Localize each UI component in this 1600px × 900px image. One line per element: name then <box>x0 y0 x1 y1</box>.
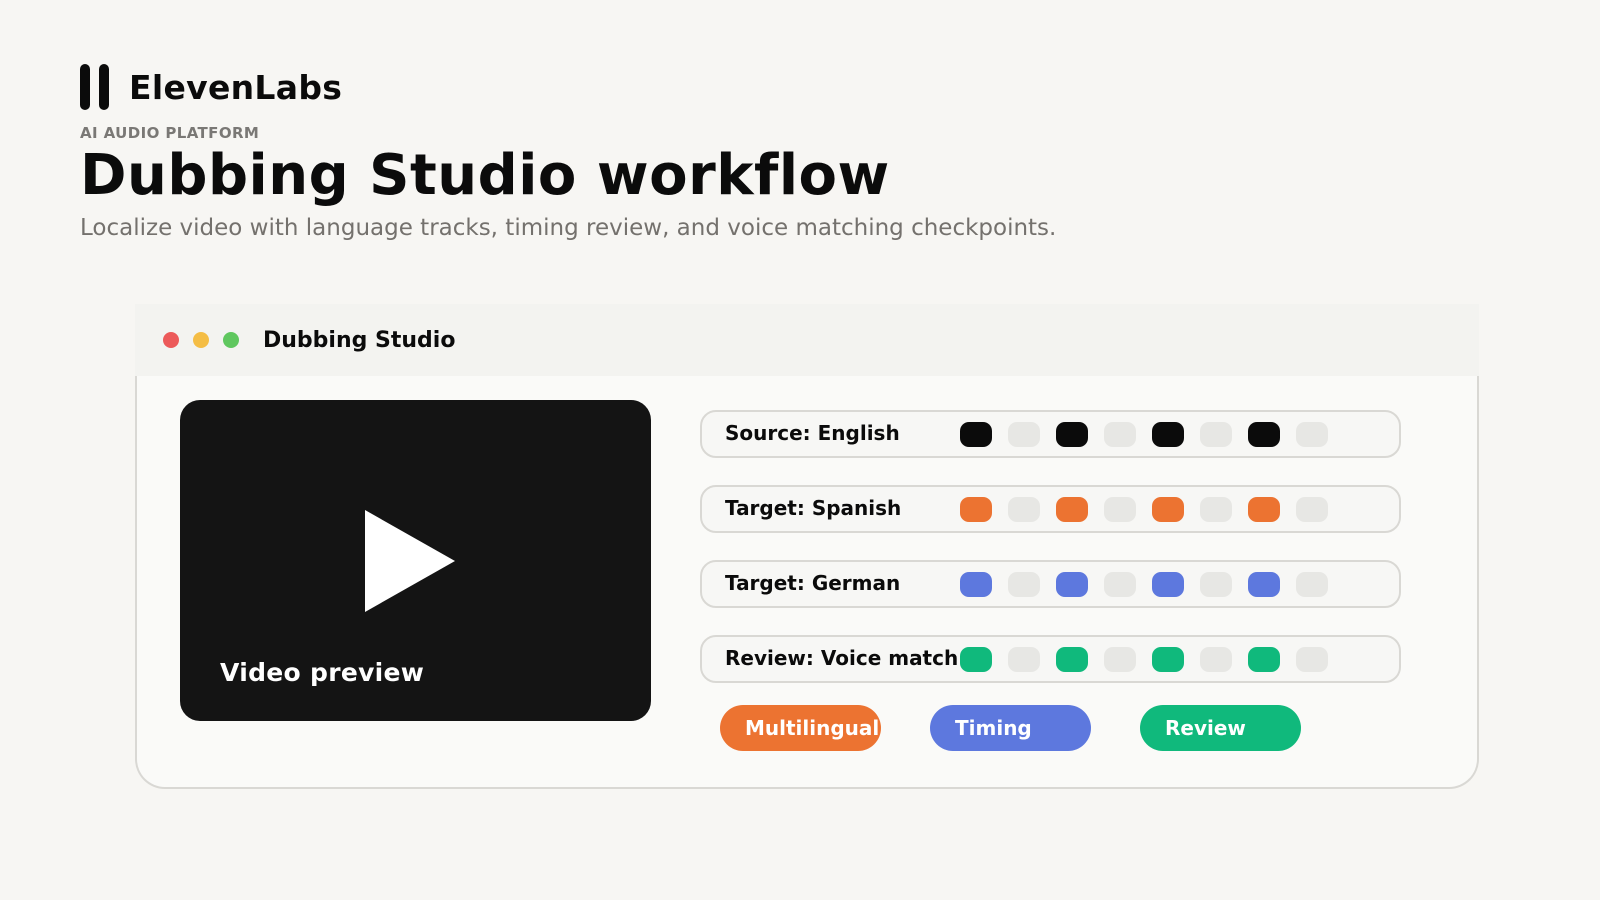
timeline-gap <box>1008 647 1040 672</box>
page-title: Dubbing Studio workflow <box>80 143 890 208</box>
timeline-gap <box>1296 422 1328 447</box>
video-preview[interactable]: Video preview <box>180 400 651 721</box>
timeline-gap <box>1200 422 1232 447</box>
tag-multilingual[interactable]: Multilingual <box>720 705 881 751</box>
timeline-segment[interactable] <box>1056 572 1088 597</box>
minimize-icon[interactable] <box>193 332 209 348</box>
track-target-spanish[interactable]: Target: Spanish <box>700 485 1401 533</box>
logo-bar-left <box>80 64 90 110</box>
logo-bar-right <box>99 64 109 110</box>
timeline-segment[interactable] <box>960 647 992 672</box>
timeline-segment[interactable] <box>1056 647 1088 672</box>
timeline-segment[interactable] <box>1152 647 1184 672</box>
timeline-gap <box>1008 422 1040 447</box>
tag-label: Timing <box>955 716 1032 740</box>
timeline-gap <box>1104 647 1136 672</box>
brand: ElevenLabs <box>80 64 342 110</box>
timeline-gap <box>1008 572 1040 597</box>
timeline-segment[interactable] <box>1152 497 1184 522</box>
maximize-icon[interactable] <box>223 332 239 348</box>
timeline-segment[interactable] <box>960 497 992 522</box>
track-target-german[interactable]: Target: German <box>700 560 1401 608</box>
close-icon[interactable] <box>163 332 179 348</box>
eyebrow-label: AI AUDIO PLATFORM <box>80 124 260 142</box>
timeline-segment[interactable] <box>1056 497 1088 522</box>
elevenlabs-logo-icon <box>80 64 109 110</box>
timeline-segment[interactable] <box>1248 422 1280 447</box>
video-preview-label: Video preview <box>220 658 425 687</box>
timeline-gap <box>1104 422 1136 447</box>
track-label: Target: German <box>725 571 901 595</box>
timeline-segment[interactable] <box>1152 422 1184 447</box>
tag-label: Multilingual <box>745 716 880 740</box>
page-subtitle: Localize video with language tracks, tim… <box>80 215 1057 241</box>
timeline-gap <box>1200 647 1232 672</box>
tag-timing[interactable]: Timing <box>930 705 1091 751</box>
timeline-segment[interactable] <box>1248 572 1280 597</box>
window-titlebar: Dubbing Studio <box>135 304 1479 376</box>
timeline-segment[interactable] <box>1248 497 1280 522</box>
timeline-segment[interactable] <box>960 572 992 597</box>
timeline-gap <box>1104 572 1136 597</box>
track-label: Source: English <box>725 421 900 445</box>
timeline-segment[interactable] <box>1056 422 1088 447</box>
tag-label: Review <box>1165 716 1246 740</box>
timeline-gap <box>1296 572 1328 597</box>
timeline-segment[interactable] <box>1248 647 1280 672</box>
timeline-gap <box>1296 497 1328 522</box>
track-review-voice-match[interactable]: Review: Voice match <box>700 635 1401 683</box>
timeline-gap <box>1296 647 1328 672</box>
track-label: Review: Voice match <box>725 646 959 670</box>
track-source-english[interactable]: Source: English <box>700 410 1401 458</box>
timeline-gap <box>1200 572 1232 597</box>
timeline-segment[interactable] <box>960 422 992 447</box>
timeline-gap <box>1008 497 1040 522</box>
tag-review[interactable]: Review <box>1140 705 1301 751</box>
play-icon[interactable] <box>365 510 455 612</box>
timeline-segment[interactable] <box>1152 572 1184 597</box>
window-title: Dubbing Studio <box>263 327 456 353</box>
brand-name: ElevenLabs <box>129 67 343 107</box>
timeline-gap <box>1104 497 1136 522</box>
timeline-gap <box>1200 497 1232 522</box>
track-label: Target: Spanish <box>725 496 902 520</box>
